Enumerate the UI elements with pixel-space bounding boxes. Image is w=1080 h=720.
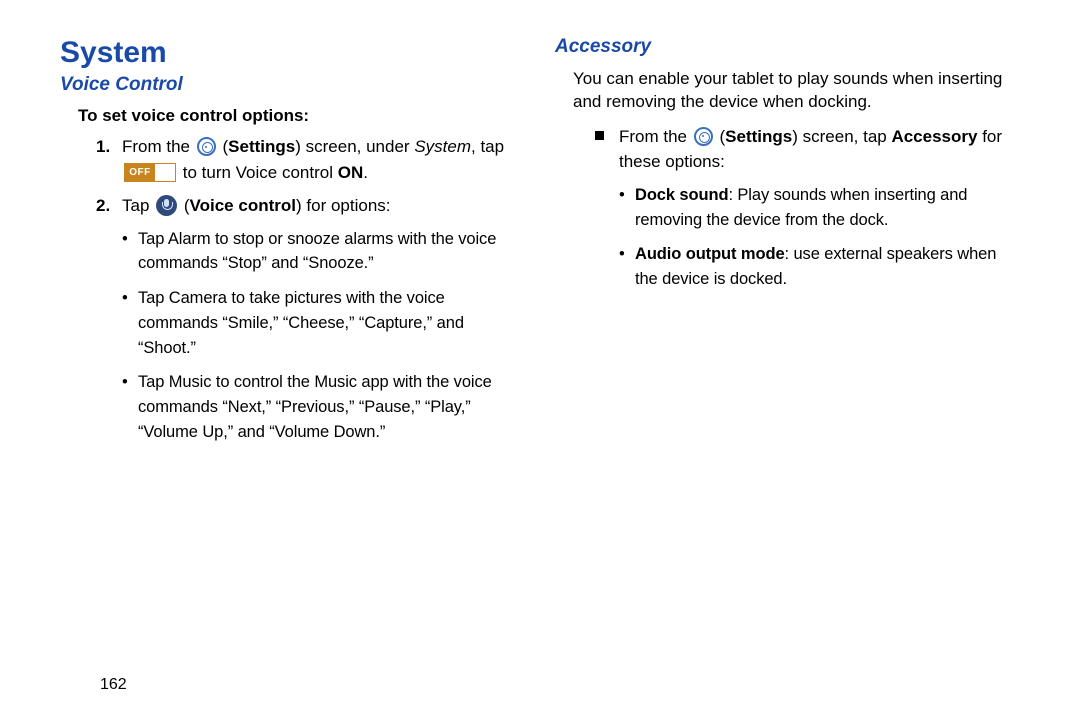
step-2: 2. Tap (Voice control) for options: Tap … <box>96 193 515 445</box>
manual-page: System Voice Control To set voice contro… <box>0 0 1080 720</box>
heading-voice-control: Voice Control <box>60 74 515 96</box>
accessory-intro: You can enable your tablet to play sound… <box>573 68 1010 114</box>
accessory-word: Accessory <box>891 127 977 146</box>
settings-icon <box>197 137 216 156</box>
bullet-dock-sound: Dock sound: Play sounds when inserting a… <box>619 183 1010 233</box>
right-column: Accessory You can enable your tablet to … <box>545 36 1030 700</box>
paren-close: ) <box>295 137 301 156</box>
heading-system: System <box>60 36 515 70</box>
dock-sound-head: Dock sound <box>635 186 728 204</box>
settings-word: Settings <box>725 127 792 146</box>
bullet-audio-output: Audio output mode: use external speakers… <box>619 242 1010 292</box>
step-number: 2. <box>96 193 110 219</box>
voice-control-word: Voice control <box>190 196 296 215</box>
subhead-set-options: To set voice control options: <box>78 106 515 126</box>
page-number: 162 <box>100 676 127 694</box>
bullet-alarm: Tap Alarm to stop or snooze alarms with … <box>122 227 515 277</box>
bullet-music: Tap Music to control the Music app with … <box>122 370 515 444</box>
audio-output-head: Audio output mode <box>635 245 785 263</box>
system-word: System <box>414 137 471 156</box>
step-number: 1. <box>96 134 110 160</box>
step1-after-system: , tap <box>471 137 504 156</box>
step2-sublist: Tap Alarm to stop or snooze alarms with … <box>122 227 515 445</box>
heading-accessory: Accessory <box>555 36 1010 58</box>
voice-control-icon <box>156 195 177 216</box>
step2-post: for options: <box>306 196 390 215</box>
step1-period: . <box>363 163 368 182</box>
settings-icon <box>694 127 713 146</box>
step1-mid: screen, under <box>306 137 415 156</box>
toggle-off-icon: OFF <box>124 163 176 182</box>
step1-text-pre: From the <box>122 137 195 156</box>
accessory-list: From the (Settings) screen, tap Accessor… <box>591 124 1010 292</box>
left-column: System Voice Control To set voice contro… <box>60 36 545 700</box>
accessory-sublist: Dock sound: Play sounds when inserting a… <box>619 183 1010 292</box>
bullet-camera: Tap Camera to take pictures with the voi… <box>122 286 515 360</box>
settings-word: Settings <box>228 137 295 156</box>
paren-close: ) <box>296 196 302 215</box>
on-word: ON <box>338 163 364 182</box>
step2-pre: Tap <box>122 196 154 215</box>
sq-pre: From the <box>619 127 692 146</box>
toggle-off-label: OFF <box>125 164 155 181</box>
step-1: 1. From the (Settings) screen, under Sys… <box>96 134 515 185</box>
paren-close: ) <box>792 127 798 146</box>
accessory-main-item: From the (Settings) screen, tap Accessor… <box>591 124 1010 292</box>
step1-tail1: to turn Voice control <box>183 163 338 182</box>
steps-list: 1. From the (Settings) screen, under Sys… <box>96 134 515 445</box>
sq-mid: screen, tap <box>803 127 892 146</box>
